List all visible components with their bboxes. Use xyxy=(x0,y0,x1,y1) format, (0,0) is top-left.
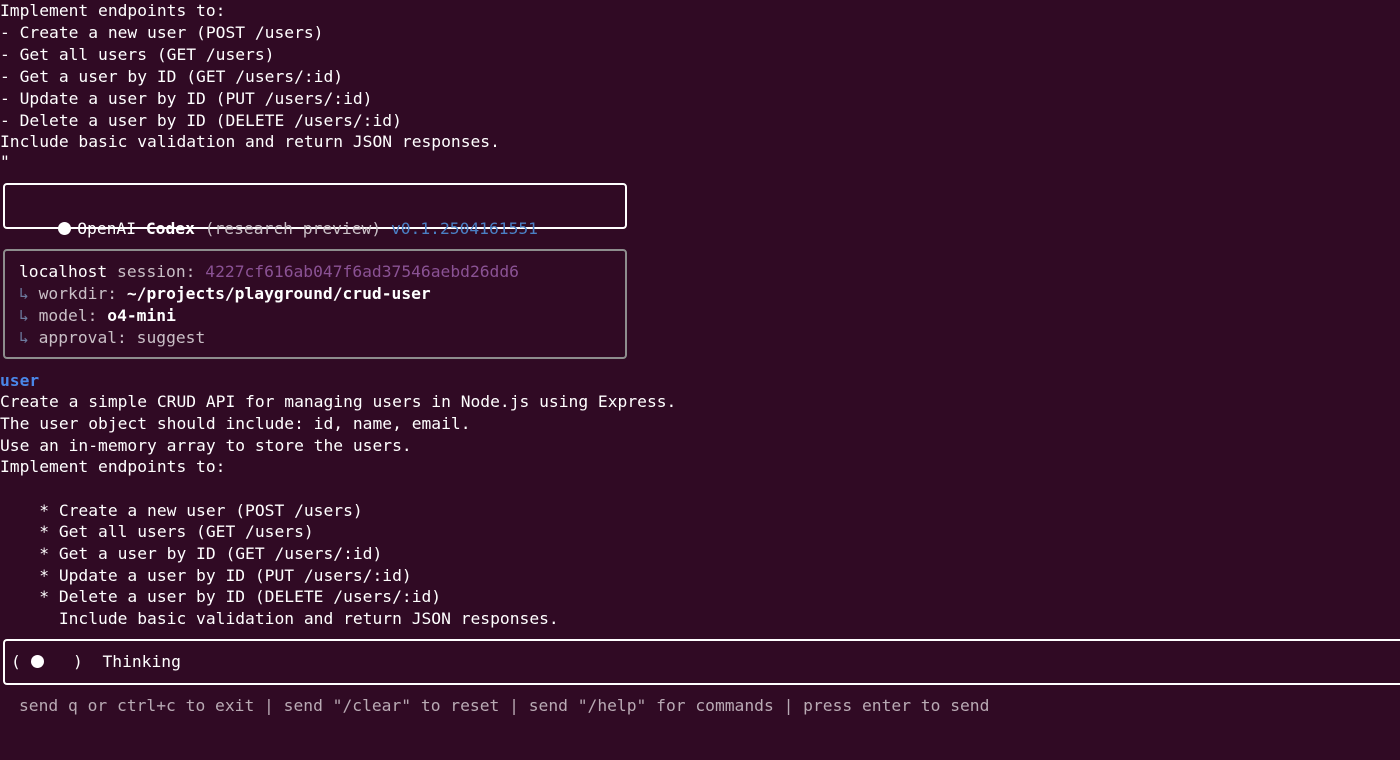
version-label: v0.1.2504161551 xyxy=(390,219,538,238)
message-line: * Create a new user (POST /users) xyxy=(0,501,363,520)
scrollback-line: " xyxy=(0,152,10,171)
spinner-open-paren: ( xyxy=(11,652,21,671)
return-arrow-icon: ↳ xyxy=(19,328,29,347)
preview-tag: (research preview) xyxy=(204,219,382,238)
message-line: Include basic validation and return JSON… xyxy=(0,609,559,628)
brand-name: OpenAI xyxy=(77,219,137,238)
message-line: Create a simple CRUD API for managing us… xyxy=(0,392,677,411)
message-line: * Get all users (GET /users) xyxy=(0,522,314,541)
session-id: 4227cf616ab047f6ad37546aebd26dd6 xyxy=(205,262,519,281)
approval-label: approval: xyxy=(38,328,127,347)
approval-row: ↳ approval: suggest xyxy=(19,327,205,349)
message-line: * Get a user by ID (GET /users/:id) xyxy=(0,544,383,563)
message-line: The user object should include: id, name… xyxy=(0,414,471,433)
spinner-dot-icon xyxy=(30,655,44,668)
status-dot-icon xyxy=(58,222,72,235)
workdir-label: workdir: xyxy=(38,284,118,303)
return-arrow-icon: ↳ xyxy=(19,306,29,325)
scrollback-line: - Update a user by ID (PUT /users/:id) xyxy=(0,89,373,108)
scrollback-line: - Get all users (GET /users) xyxy=(0,45,275,64)
workdir-value: ~/projects/playground/crud-user xyxy=(126,284,431,303)
scrollback-line: Include basic validation and return JSON… xyxy=(0,132,500,151)
return-arrow-icon: ↳ xyxy=(19,284,29,303)
message-line: * Delete a user by ID (DELETE /users/:id… xyxy=(0,587,442,606)
scrollback-line: - Get a user by ID (GET /users/:id) xyxy=(0,67,344,86)
message-line: * Update a user by ID (PUT /users/:id) xyxy=(0,566,412,585)
model-label: model: xyxy=(38,306,98,325)
workdir-row: ↳ workdir: ~/projects/playground/crud-us… xyxy=(19,283,431,305)
app-header-box: OpenAI Codex (research preview) v0.1.250… xyxy=(3,183,627,238)
footer-hint: send q or ctrl+c to exit | send "/clear"… xyxy=(19,696,990,715)
message-line: Implement endpoints to: xyxy=(0,457,226,476)
message-role-label: user xyxy=(0,371,40,390)
scrollback-line: Implement endpoints to: xyxy=(0,1,226,20)
scrollback-line: - Create a new user (POST /users) xyxy=(0,23,324,42)
thinking-label: Thinking xyxy=(102,652,181,671)
host-name: localhost xyxy=(19,262,108,281)
spinner-close-paren: ) xyxy=(73,652,83,671)
message-line: Use an in-memory array to store the user… xyxy=(0,436,412,455)
session-label: session: xyxy=(117,262,196,281)
model-row: ↳ model: o4-mini xyxy=(19,305,176,327)
approval-value: suggest xyxy=(136,328,206,347)
scrollback-line: - Delete a user by ID (DELETE /users/:id… xyxy=(0,111,402,130)
session-row: localhost session: 4227cf616ab047f6ad375… xyxy=(19,261,519,283)
prompt-input-box[interactable]: ( ) Thinking xyxy=(3,639,1400,685)
model-value: o4-mini xyxy=(107,306,176,325)
product-name: Codex xyxy=(145,219,195,238)
session-info-box: localhost session: 4227cf616ab047f6ad375… xyxy=(3,249,627,359)
thinking-indicator: ( ) Thinking xyxy=(11,651,181,673)
app-header: OpenAI Codex (research preview) v0.1.250… xyxy=(19,196,538,238)
